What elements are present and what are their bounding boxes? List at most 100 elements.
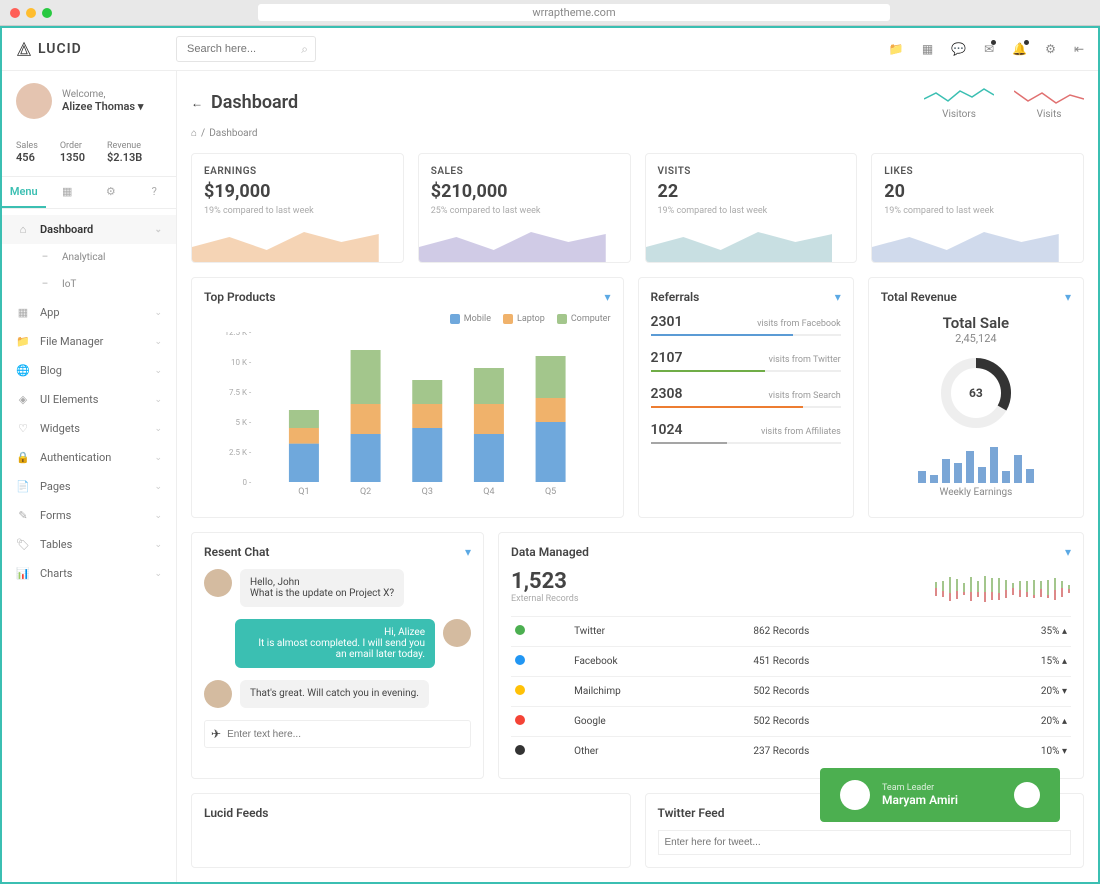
sidebar-item-app[interactable]: ▦App⌄ [2,298,176,327]
sidebar-item-tables[interactable]: 🏷Tables⌄ [2,530,176,559]
total-sale-amount: 2,45,124 [881,332,1071,345]
svg-text:Q1: Q1 [298,487,309,497]
search-box: ⌕ [176,36,316,62]
bell-icon[interactable]: 🔔 [1012,42,1027,56]
card-title: Total Revenue [881,290,957,304]
back-button[interactable]: ← [191,96,203,110]
chevron-icon: ⌄ [154,511,162,521]
referral-item: 2107visits from Twitter [651,350,841,372]
dm-sparkline [934,574,1071,604]
data-managed-card: Data Managed▾ 1,523 External Records Twi… [498,532,1084,779]
stat-value: 1350 [60,151,85,164]
card-title: Data Managed [511,545,589,559]
logo-text: LUCID [38,41,82,57]
tab-help-icon[interactable]: ? [133,177,177,208]
folder-icon[interactable]: 📁 [889,42,904,56]
total-sale-label: Total Sale [881,314,1071,332]
globe-icon: 🌐 [16,364,30,377]
stat-card-earnings: EARNINGS$19,00019% compared to last week [191,153,404,263]
lucid-feeds-card: Lucid Feeds [191,793,631,868]
sidebar-item-ui-elements[interactable]: ◈UI Elements⌄ [2,385,176,414]
sidebar-item-iot[interactable]: –IoT [2,271,176,298]
browser-chrome: wrraptheme.com [0,0,1100,26]
search-input[interactable] [176,36,316,62]
card-title: Lucid Feeds [204,806,268,820]
gauge-value: 63 [969,386,983,400]
card-menu-icon[interactable]: ▾ [1065,545,1071,559]
grid-icon: ▦ [16,306,30,319]
search-icon[interactable]: ⌕ [301,42,308,57]
dm-table: Twitter862 Records35% ▴Facebook451 Recor… [511,616,1071,766]
sidebar-item-analytical[interactable]: –Analytical [2,244,176,271]
legend-item: Mobile [450,314,491,324]
tweet-input[interactable] [658,830,1072,855]
top-icons: 📁 ▦ 💬 ✉ 🔔 ⚙ ⇤ [889,42,1084,56]
referral-item: 2301visits from Facebook [651,314,841,336]
stat-value: 456 [16,151,38,164]
sidebar-item-file-manager[interactable]: 📁File Manager⌄ [2,327,176,356]
svg-text:Q2: Q2 [360,487,371,497]
send-icon[interactable]: ✈ [211,727,221,741]
chart-icon: 📊 [16,567,30,580]
chevron-icon: ⌄ [154,424,162,434]
spark-visitors[interactable]: Visitors [924,85,994,120]
legend-item: Computer [557,314,611,324]
svg-text:Q3: Q3 [422,487,433,497]
svg-text:0 -: 0 - [243,478,252,487]
chat-message: That's great. Will catch you in evening. [204,680,471,708]
avatar[interactable] [16,83,52,119]
tag-icon: 🏷 [16,538,30,551]
main: ← Dashboard Visitors Visits ⌂ / Dashboar… [177,71,1098,882]
sidebar-item-dashboard[interactable]: ⌂Dashboard⌄ [2,215,176,244]
logout-icon[interactable]: ⇤ [1074,42,1084,56]
sidebar-item-blog[interactable]: 🌐Blog⌄ [2,356,176,385]
card-menu-icon[interactable]: ▾ [604,290,610,304]
chat-message: Hello, JohnWhat is the update on Project… [204,569,471,607]
table-row: Facebook451 Records15% ▴ [511,647,1071,677]
sidebar-item-forms[interactable]: ✎Forms⌄ [2,501,176,530]
card-menu-icon[interactable]: ▾ [835,290,841,304]
breadcrumb-current: Dashboard [209,128,257,139]
spark-visits[interactable]: Visits [1014,85,1084,120]
chat-input[interactable] [227,727,464,741]
tab-menu[interactable]: Menu [2,177,46,208]
table-row: Other237 Records10% ▾ [511,737,1071,767]
card-menu-icon[interactable]: ▾ [1065,290,1071,304]
sidebar-item-widgets[interactable]: ♡Widgets⌄ [2,414,176,443]
sidebar-tabs: Menu ▦ ⚙ ? [2,177,176,209]
svg-text:5 K -: 5 K - [236,418,252,427]
chevron-icon: ⌄ [154,482,162,492]
chat-message: Hi, AlizeeIt is almost completed. I will… [204,619,471,668]
sidebar-item-pages[interactable]: 📄Pages⌄ [2,472,176,501]
logo[interactable]: LUCID [16,41,156,57]
chevron-icon: ⌄ [154,308,162,318]
chat-icon[interactable]: 💬 [951,42,966,56]
toast-avatar [840,780,870,810]
referral-item: 2308visits from Search [651,386,841,408]
calendar-icon[interactable]: ▦ [922,42,933,56]
chevron-icon: ⌄ [154,337,162,347]
chevron-icon: ⌄ [154,540,162,550]
tab-apps-icon[interactable]: ▦ [46,177,90,208]
stat-card-visits: VISITS2219% compared to last week [645,153,858,263]
home-icon[interactable]: ⌂ [191,128,197,139]
chat-bubble-icon[interactable] [1014,782,1040,808]
card-menu-icon[interactable]: ▾ [465,545,471,559]
tab-settings-icon[interactable]: ⚙ [89,177,133,208]
user-name[interactable]: Alizee Thomas ▾ [62,100,143,113]
chat-card: Resent Chat▾ Hello, JohnWhat is the upda… [191,532,484,779]
table-row: Google502 Records20% ▴ [511,707,1071,737]
stat-label: Order [60,141,85,151]
chevron-icon: ⌄ [154,225,162,235]
sidebar-item-authentication[interactable]: 🔒Authentication⌄ [2,443,176,472]
svg-text:2.5 K -: 2.5 K - [229,448,252,457]
browser-url[interactable]: wrraptheme.com [258,4,890,21]
settings-icon[interactable]: ⚙ [1045,42,1056,56]
team-toast[interactable]: Team Leader Maryam Amiri [820,768,1060,822]
breadcrumb: ⌂ / Dashboard [191,128,1084,139]
card-title: Referrals [651,290,700,304]
mail-icon[interactable]: ✉ [984,42,994,56]
heart-icon: ♡ [16,422,30,435]
sidebar-item-charts[interactable]: 📊Charts⌄ [2,559,176,588]
page-title: Dashboard [211,92,298,113]
